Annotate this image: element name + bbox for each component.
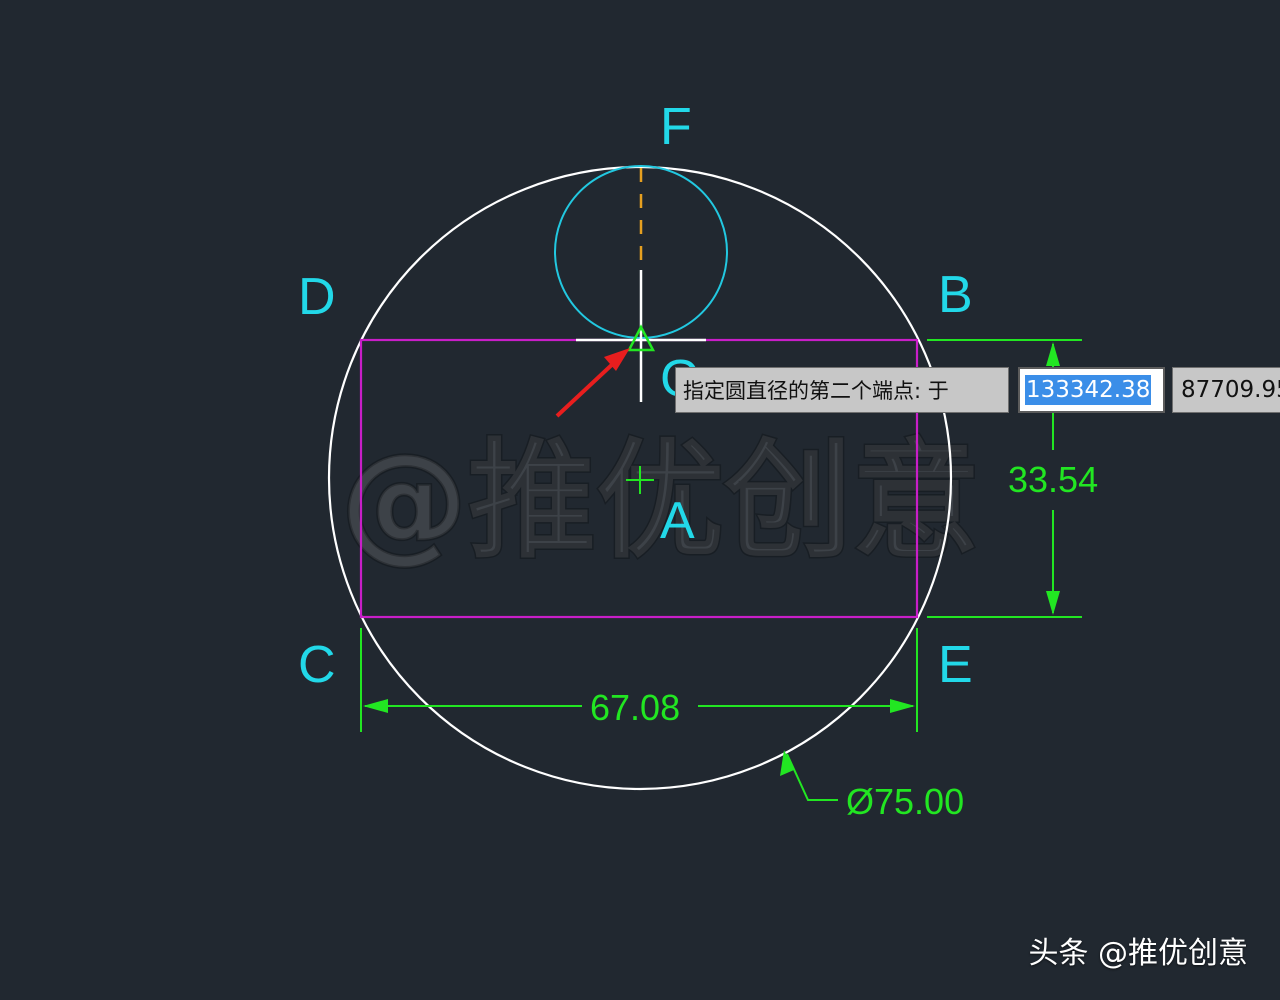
label-b: B bbox=[938, 266, 973, 324]
label-f: F bbox=[660, 98, 692, 156]
width-dimension-text: 67.08 bbox=[590, 687, 680, 728]
label-e: E bbox=[938, 636, 973, 694]
diameter-dimension-text: Ø75.00 bbox=[846, 781, 964, 822]
label-d: D bbox=[298, 268, 336, 326]
cad-drawing-canvas[interactable]: @推优创意 33.54 67.08 Ø75.00 F D B A C E bbox=[0, 0, 1280, 1000]
command-prompt-tooltip: 指定圆直径的第二个端点: 于 bbox=[675, 367, 1009, 413]
height-dimension-text: 33.54 bbox=[1008, 459, 1098, 500]
y-coordinate-value[interactable]: 87709.95 bbox=[1181, 377, 1280, 403]
source-credit: 头条 @推优创意 bbox=[1028, 936, 1248, 971]
y-coordinate-input[interactable]: 87709.95 bbox=[1172, 367, 1280, 413]
prompt-text: 指定圆直径的第二个端点: 于 bbox=[683, 379, 949, 403]
label-a: A bbox=[660, 492, 695, 550]
label-c: C bbox=[298, 636, 336, 694]
x-coordinate-value[interactable]: 133342.38 bbox=[1025, 375, 1152, 405]
diameter-leader[interactable] bbox=[780, 750, 838, 801]
red-arrow-icon bbox=[555, 348, 630, 418]
x-coordinate-input[interactable]: 133342.38 bbox=[1018, 367, 1165, 413]
